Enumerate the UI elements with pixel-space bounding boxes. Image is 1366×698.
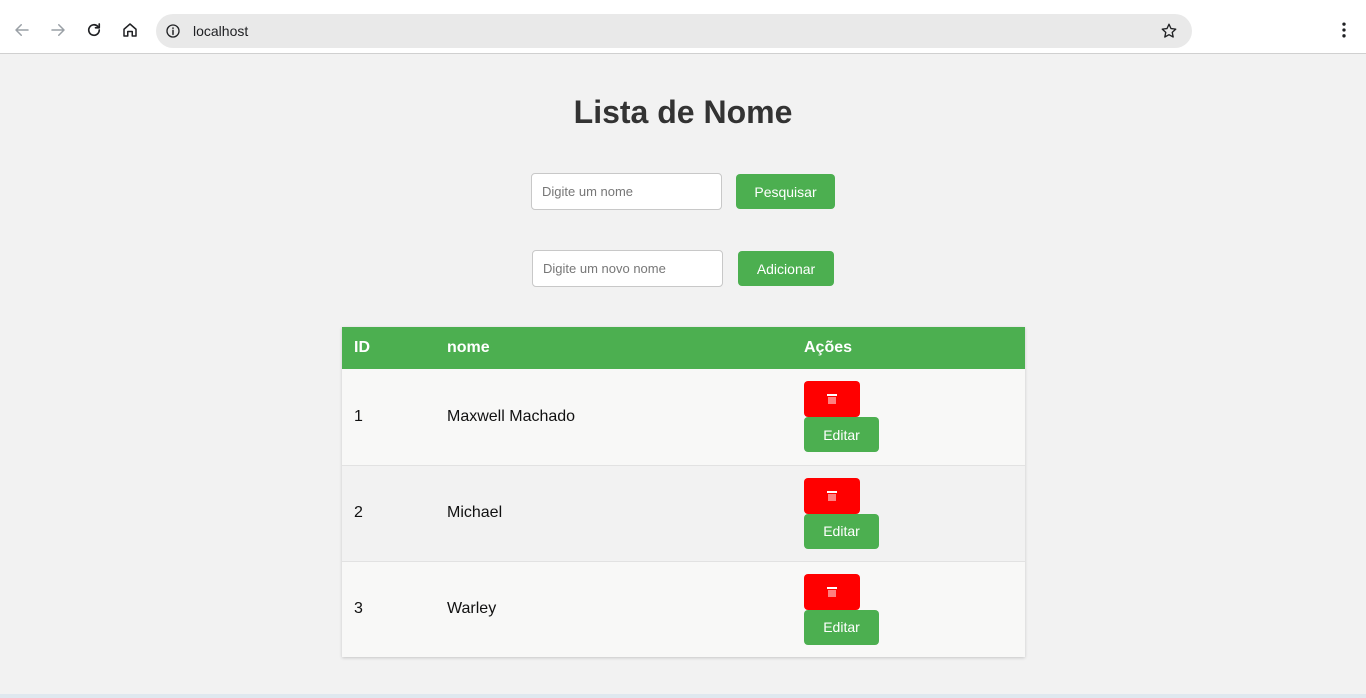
row-nome: Warley — [447, 600, 497, 618]
edit-button[interactable]: Editar — [804, 609, 879, 645]
arrow-left-icon — [15, 24, 29, 36]
star-icon[interactable] — [1160, 22, 1178, 40]
row-id: 3 — [354, 600, 363, 618]
edit-button[interactable]: Editar — [804, 417, 879, 453]
back-button[interactable] — [6, 14, 38, 46]
add-button[interactable]: Adicionar — [738, 251, 834, 286]
trash-icon — [827, 490, 837, 501]
table-row: 2 Michael Editar — [342, 465, 1025, 561]
delete-button[interactable] — [804, 381, 860, 418]
row-nome: Michael — [447, 504, 503, 521]
bottom-edge — [0, 694, 1366, 698]
reload-icon — [87, 23, 101, 37]
browser-menu-button[interactable] — [1330, 16, 1358, 44]
row-nome: Maxwell Machado — [447, 407, 576, 425]
page-title: Lista de Nome — [573, 94, 793, 130]
trash-icon — [827, 394, 837, 405]
table-row: 1 Maxwell Machado Editar — [342, 369, 1025, 465]
search-button[interactable]: Pesquisar — [736, 174, 835, 209]
row-actions: Editar — [792, 369, 1025, 465]
header-acoes: Ações — [804, 339, 853, 356]
row-actions: Editar — [792, 465, 1025, 561]
browser-toolbar: localhost — [0, 0, 1366, 54]
header-id: ID — [354, 339, 370, 356]
row-actions: Editar — [792, 561, 1025, 657]
names-table: ID nome Ações 1 Maxwell Machado Editar 2… — [342, 327, 1025, 657]
delete-button[interactable] — [804, 573, 860, 610]
arrow-right-icon — [51, 24, 65, 36]
kebab-menu-icon — [1342, 22, 1346, 38]
trash-icon — [827, 586, 837, 597]
reload-button[interactable] — [78, 14, 110, 46]
search-input[interactable] — [531, 173, 722, 210]
info-icon[interactable] — [164, 22, 182, 40]
home-icon — [123, 23, 137, 37]
address-bar[interactable]: localhost — [156, 14, 1192, 48]
row-id: 1 — [354, 407, 363, 425]
address-url[interactable]: localhost — [193, 23, 248, 39]
table-header-row: ID nome Ações — [342, 327, 1025, 369]
delete-button[interactable] — [804, 477, 860, 514]
edit-button[interactable]: Editar — [804, 513, 879, 549]
header-nome: nome — [447, 339, 490, 356]
home-button[interactable] — [114, 14, 146, 46]
table-row: 3 Warley Editar — [342, 561, 1025, 657]
forward-button[interactable] — [42, 14, 74, 46]
row-id: 2 — [354, 504, 363, 521]
new-name-input[interactable] — [532, 250, 723, 287]
